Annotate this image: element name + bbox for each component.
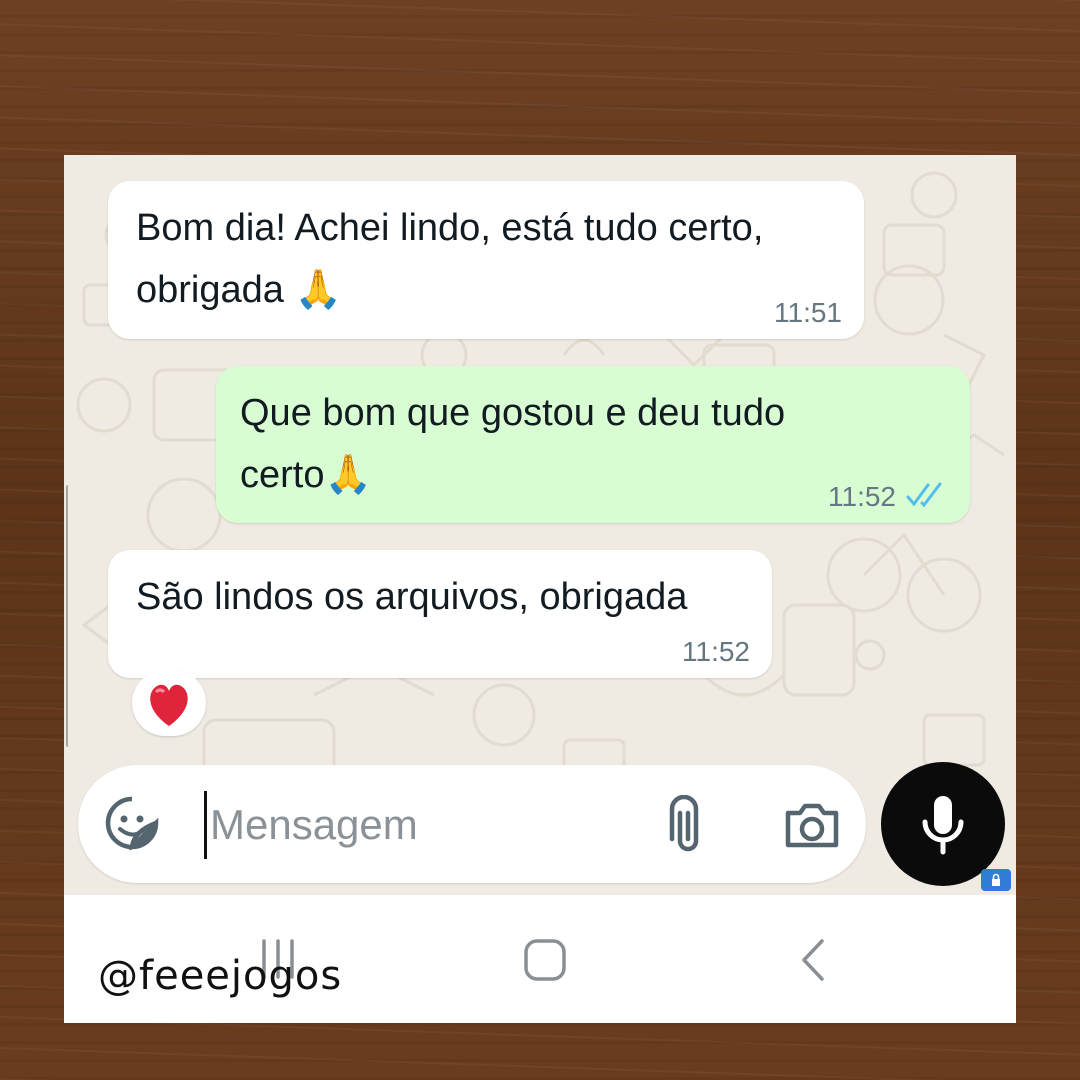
message-input[interactable]: [206, 795, 650, 855]
message-time: 11:51: [774, 297, 842, 328]
home-icon[interactable]: [522, 937, 568, 983]
lock-badge-icon: [981, 869, 1011, 891]
sticker-icon[interactable]: [102, 793, 162, 853]
message-line: Que bom que gostou e deu tudo: [240, 392, 786, 434]
voice-message-button[interactable]: [881, 762, 1005, 886]
message-bubble-outgoing[interactable]: Que bom que gostou e deu tudo certo🙏 11:…: [216, 366, 970, 523]
camera-icon[interactable]: [782, 799, 842, 851]
system-navigation-bar: @feeejogos: [64, 895, 1016, 1023]
message-bubble-incoming[interactable]: São lindos os arquivos, obrigada 11:52: [108, 550, 772, 678]
message-line: Bom dia! Achei lindo, está tudo certo,: [136, 207, 764, 249]
heart-reaction-icon: [150, 684, 188, 726]
message-line: obrigada 🙏: [136, 269, 342, 311]
microphone-icon: [922, 796, 964, 855]
paperclip-icon[interactable]: [668, 795, 708, 855]
message-time: 11:52: [828, 481, 896, 512]
reaction-badge[interactable]: [132, 670, 206, 736]
message-text: São lindos os arquivos, obrigada: [136, 566, 748, 628]
message-line: São lindos os arquivos, obrigada: [136, 576, 688, 618]
back-icon[interactable]: [798, 937, 828, 983]
message-text: Bom dia! Achei lindo, está tudo certo, o…: [136, 197, 840, 321]
chat-screen: Bom dia! Achei lindo, está tudo certo, o…: [64, 155, 1016, 1023]
scroll-edge-indicator[interactable]: [66, 485, 74, 747]
message-composer: [78, 765, 866, 883]
read-double-check-icon: [906, 482, 942, 508]
watermark-handle: @feeejogos: [98, 953, 343, 999]
message-time: 11:52: [682, 636, 750, 667]
message-bubble-incoming[interactable]: Bom dia! Achei lindo, está tudo certo, o…: [108, 181, 864, 339]
